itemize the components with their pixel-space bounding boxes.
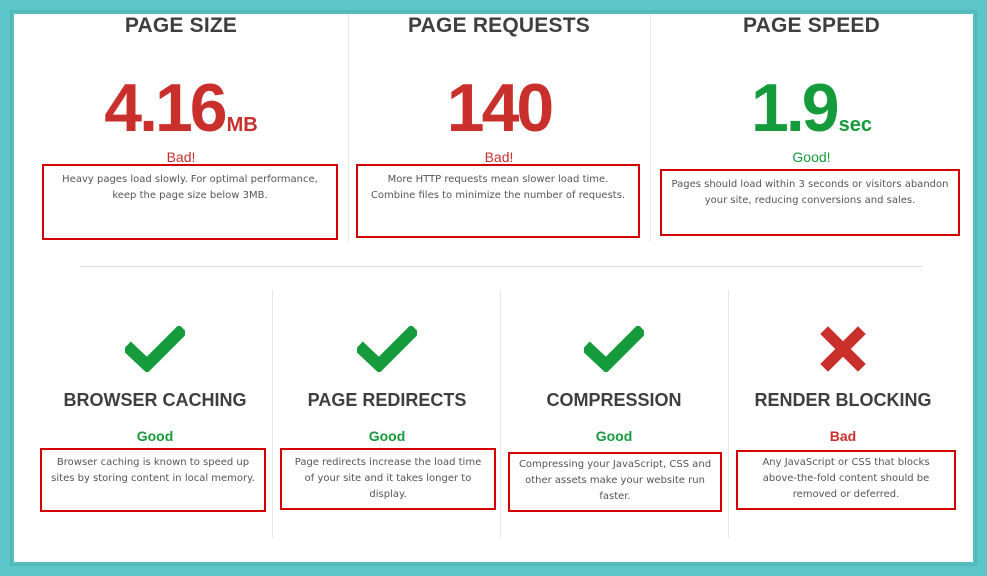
column-divider [728,290,729,538]
page-speed-unit: sec [838,114,872,136]
page-requests-number: 140 [446,70,554,146]
page-requests-value: 140 [348,74,650,142]
page-requests-title: PAGE REQUESTS [408,14,590,37]
browser-caching-status: Good [136,428,174,444]
render-blocking-description: Any JavaScript or CSS that blocks above-… [736,450,956,510]
render-blocking-status: Bad [829,428,857,444]
page-redirects-status: Good [368,428,406,444]
page-size-number: 4.16 [104,70,227,146]
compression-description: Compressing your JavaScript, CSS and oth… [508,452,722,512]
column-divider [500,290,501,538]
page-size-value: 4.16 MB [14,74,348,142]
page-speed-title: PAGE SPEED [743,14,880,37]
page-speed-number: 1.9 [751,70,840,146]
render-blocking-title: RENDER BLOCKING [754,390,932,410]
column-divider [650,14,651,242]
page-size-title: PAGE SIZE [124,14,238,37]
page-size-unit: MB [226,114,258,136]
column-divider [272,290,273,538]
results-panel: PAGE SIZE 4.16 MB Bad! PAGE REQUESTS 140 … [14,14,973,562]
page-size-status: Bad! [166,149,196,165]
page-size-description: Heavy pages load slowly. For optimal per… [42,164,338,240]
compression-status: Good [595,428,633,444]
page-speed-value: 1.9 sec [650,74,973,142]
top-metrics-row: PAGE SIZE 4.16 MB Bad! PAGE REQUESTS 140 … [14,14,973,264]
column-divider [348,14,349,242]
page-requests-description: More HTTP requests mean slower load time… [356,164,640,238]
page-speed-status: Good! [792,149,831,165]
page-redirects-title: PAGE REDIRECTS [307,390,467,410]
check-icon [274,326,500,372]
section-divider [80,266,922,267]
browser-caching-title: BROWSER CACHING [63,390,247,410]
page-redirects-description: Page redirects increase the load time of… [280,448,496,510]
page-requests-status: Bad! [484,149,514,165]
x-icon [728,326,958,372]
compression-title: COMPRESSION [546,390,682,410]
check-icon [36,326,274,372]
check-icon [500,326,728,372]
browser-caching-description: Browser caching is known to speed up sit… [40,448,266,512]
page-speed-description: Pages should load within 3 seconds or vi… [660,169,960,236]
